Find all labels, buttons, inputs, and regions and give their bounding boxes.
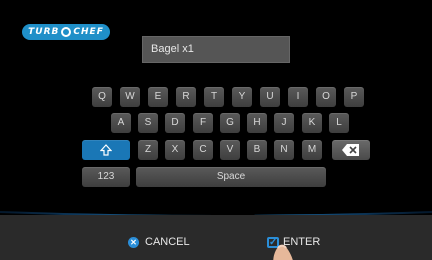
key-z[interactable]: Z	[138, 140, 158, 160]
key-i[interactable]: I	[288, 87, 308, 107]
key-f[interactable]: F	[193, 113, 213, 133]
numbers-key[interactable]: 123	[82, 167, 130, 187]
key-s[interactable]: S	[138, 113, 158, 133]
key-n[interactable]: N	[274, 140, 294, 160]
key-r[interactable]: R	[176, 87, 196, 107]
key-j[interactable]: J	[274, 113, 294, 133]
key-c[interactable]: C	[193, 140, 213, 160]
key-l[interactable]: L	[329, 113, 349, 133]
text-entry-field[interactable]: Bagel x1	[142, 36, 290, 63]
bottom-action-bar	[0, 215, 432, 260]
key-w[interactable]: W	[120, 87, 140, 107]
cancel-button[interactable]: ✕ CANCEL	[128, 236, 190, 248]
key-b[interactable]: B	[247, 140, 267, 160]
key-d[interactable]: D	[165, 113, 185, 133]
logo-o-icon	[61, 27, 72, 37]
x-circle-icon: ✕	[128, 236, 139, 248]
key-x[interactable]: X	[165, 140, 185, 160]
key-e[interactable]: E	[148, 87, 168, 107]
key-u[interactable]: U	[260, 87, 280, 107]
key-t[interactable]: T	[204, 87, 224, 107]
key-a[interactable]: A	[111, 113, 131, 133]
backspace-key[interactable]	[332, 140, 370, 160]
key-o[interactable]: O	[316, 87, 336, 107]
shift-key[interactable]	[82, 140, 130, 160]
logo-text-right: CHEF	[73, 27, 104, 37]
key-y[interactable]: Y	[232, 87, 252, 107]
space-key[interactable]: Space	[136, 167, 326, 187]
shift-arrow-icon	[99, 144, 113, 156]
turbochef-logo: TURB CHEF	[22, 24, 110, 40]
finger-touch-icon	[273, 244, 293, 260]
oven-screen: TURB CHEF Bagel x1 Q W E R T Y U I O P A…	[0, 0, 432, 260]
key-h[interactable]: H	[247, 113, 267, 133]
key-q[interactable]: Q	[92, 87, 112, 107]
key-p[interactable]: P	[344, 87, 364, 107]
key-k[interactable]: K	[302, 113, 322, 133]
key-m[interactable]: M	[302, 140, 322, 160]
key-v[interactable]: V	[220, 140, 240, 160]
backspace-icon	[342, 144, 359, 156]
key-g[interactable]: G	[220, 113, 240, 133]
cancel-label: CANCEL	[145, 236, 190, 248]
logo-text-left: TURB	[28, 27, 60, 37]
